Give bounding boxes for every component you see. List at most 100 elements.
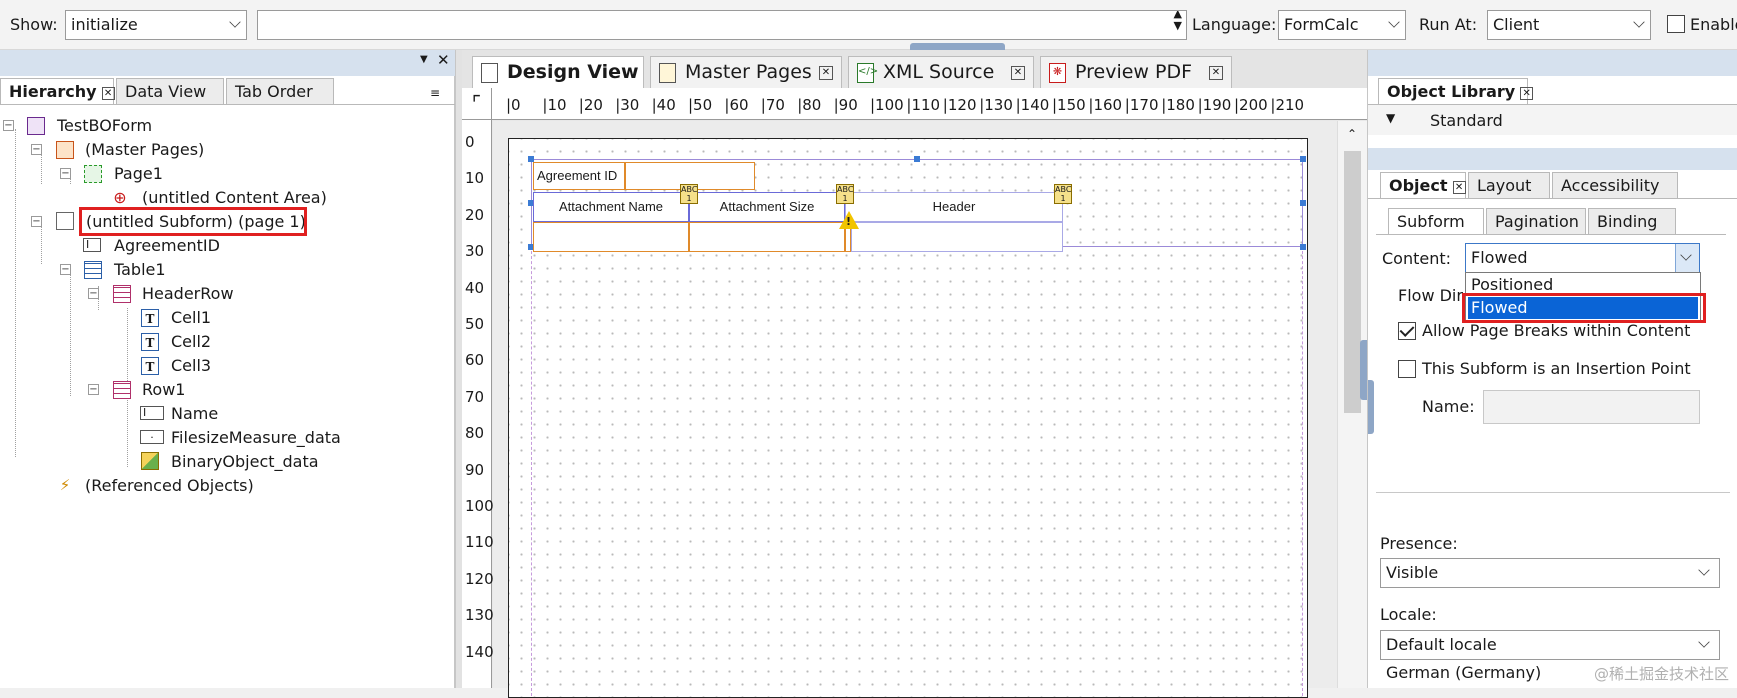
collapse-icon[interactable]: − (31, 144, 42, 155)
ruler-tick-label: 120 (465, 569, 494, 588)
close-icon[interactable]: ✕ (1209, 66, 1223, 80)
tab-label: Master Pages (685, 61, 812, 83)
collapse-icon[interactable]: − (31, 216, 42, 227)
header-cell-header[interactable]: Header (845, 192, 1063, 222)
scroll-up-icon[interactable]: ⌃ (1347, 127, 1357, 141)
close-icon[interactable]: ✕ (819, 66, 833, 80)
name-input[interactable] (1483, 390, 1700, 424)
close-icon[interactable]: ✕ (1520, 87, 1534, 100)
chevron-down-icon (1388, 16, 1400, 28)
text-binding-icon: ABC 1 (680, 184, 698, 204)
tab-binding[interactable]: Binding (1588, 208, 1676, 234)
allow-page-breaks-label: Allow Page Breaks within Content (1422, 321, 1691, 340)
ruler-tick-label: |0 (506, 96, 521, 114)
locale-select[interactable]: Default locale (1380, 630, 1720, 660)
panel-title-bar: ▼ ✕ (0, 50, 455, 76)
name-label: Name: (1422, 397, 1475, 416)
tree-label: FilesizeMeasure_data (171, 428, 341, 447)
collapse-icon[interactable]: − (60, 168, 71, 179)
library-section-header[interactable]: ▼ Standard (1368, 105, 1737, 135)
header-cell-attachment-name[interactable]: Attachment Name (533, 192, 689, 222)
panel-menu-icon[interactable]: ▼ (420, 54, 428, 65)
close-icon[interactable]: ✕ (101, 87, 115, 100)
selection-handle[interactable] (914, 156, 920, 162)
panel-title-bar (1368, 148, 1737, 170)
ruler-tick-label: 80 (465, 424, 485, 443)
tab-layout[interactable]: Layout (1468, 172, 1550, 198)
header-cell-attachment-size[interactable]: Attachment Size (689, 192, 845, 222)
ruler-tick-label: |160 (1088, 96, 1123, 114)
collapse-icon[interactable]: − (3, 120, 14, 131)
selection-handle[interactable] (1300, 200, 1306, 206)
ruler-tick-label: |200 (1234, 96, 1268, 114)
document-icon (659, 63, 676, 83)
chevron-down-icon (1633, 16, 1645, 28)
run-at-value: Client (1493, 15, 1540, 34)
script-input[interactable]: ▲ ▼ (257, 10, 1187, 40)
tab-subform[interactable]: Subform (1388, 208, 1484, 234)
vertical-scrollbar[interactable]: ⌃ (1337, 121, 1367, 688)
splitter-handle[interactable] (1368, 380, 1374, 434)
ruler-tick-label: |210 (1270, 96, 1305, 114)
content-value: Flowed (1471, 248, 1528, 267)
close-icon[interactable]: ✕ (437, 51, 450, 69)
caret-down-icon[interactable]: ▼ (1386, 111, 1395, 125)
run-at-select[interactable]: Client (1487, 10, 1651, 40)
body-cell-size[interactable] (689, 222, 845, 252)
tab-pagination[interactable]: Pagination (1486, 208, 1586, 234)
ruler-tick-label: |190 (1197, 96, 1232, 114)
collapse-icon[interactable]: − (88, 288, 99, 299)
list-options-icon[interactable]: ≡ (430, 86, 440, 100)
tab-design-view[interactable]: Design View (472, 56, 644, 88)
close-icon[interactable]: ✕ (1452, 181, 1466, 194)
allow-page-breaks-checkbox[interactable] (1398, 322, 1416, 340)
language-select[interactable]: FormCalc (1278, 10, 1406, 40)
scroll-thumb[interactable] (1344, 151, 1361, 413)
ruler-tick-label: |10 (542, 96, 567, 114)
tab-object[interactable]: Object ✕ (1380, 172, 1466, 198)
selection-handle[interactable] (1300, 244, 1306, 250)
referenced-objects-icon: ⚡ (59, 476, 71, 494)
insertion-point-checkbox[interactable] (1398, 360, 1416, 378)
body-cell-header[interactable] (851, 222, 1063, 252)
splitter-handle[interactable] (1360, 340, 1367, 400)
tab-label: Subform (1397, 212, 1465, 231)
body-cell-name[interactable] (533, 222, 689, 252)
tab-xml-source[interactable]: </> XML Source ✕ (848, 56, 1034, 88)
enable-checkbox[interactable] (1667, 15, 1685, 33)
tree-label: (Referenced Objects) (85, 476, 254, 495)
close-icon[interactable]: ✕ (1011, 66, 1025, 80)
tab-accessibility[interactable]: Accessibility (1552, 172, 1678, 198)
tab-label: Pagination (1495, 212, 1579, 231)
tree-label: Name (171, 404, 219, 423)
image-field-icon (141, 452, 159, 470)
presence-select[interactable]: Visible (1380, 558, 1720, 588)
tab-tab-order[interactable]: Tab Order (226, 78, 334, 104)
ruler-tick-label: 90 (465, 460, 485, 479)
row-icon (113, 285, 131, 303)
content-select[interactable]: Flowed (1465, 243, 1700, 273)
form-page[interactable]: Agreement ID Attachment Name Attachment … (508, 138, 1308, 698)
collapse-icon[interactable]: − (60, 264, 71, 275)
row-icon (113, 381, 131, 399)
tab-preview-pdf[interactable]: ❋ Preview PDF ✕ (1040, 56, 1232, 88)
splitter[interactable] (455, 50, 462, 688)
tab-hierarchy[interactable]: Hierarchy ✕ (0, 78, 115, 104)
library-section-label: Standard (1430, 111, 1503, 130)
tab-divider (1368, 198, 1737, 199)
collapse-icon[interactable]: − (88, 384, 99, 395)
splitter-handle[interactable] (910, 43, 1005, 50)
tab-object-library[interactable]: Object Library ✕ (1378, 78, 1534, 104)
tab-master-pages[interactable]: Master Pages ✕ (650, 56, 842, 88)
tab-divider (1376, 234, 1726, 235)
spin-arrows-icon[interactable]: ▲ ▼ (1174, 11, 1182, 32)
tree-line (41, 152, 42, 184)
tab-data-view[interactable]: Data View (116, 78, 224, 104)
tree-label: AgreementID (114, 236, 220, 255)
selection-handle[interactable] (1300, 156, 1306, 162)
tree-label: (Master Pages) (85, 140, 205, 159)
ruler-tick-label: 70 (465, 387, 485, 406)
show-event-select[interactable]: initialize (65, 10, 247, 40)
locale-value: Default locale (1386, 635, 1497, 654)
ruler-tick-label: |150 (1052, 96, 1086, 114)
